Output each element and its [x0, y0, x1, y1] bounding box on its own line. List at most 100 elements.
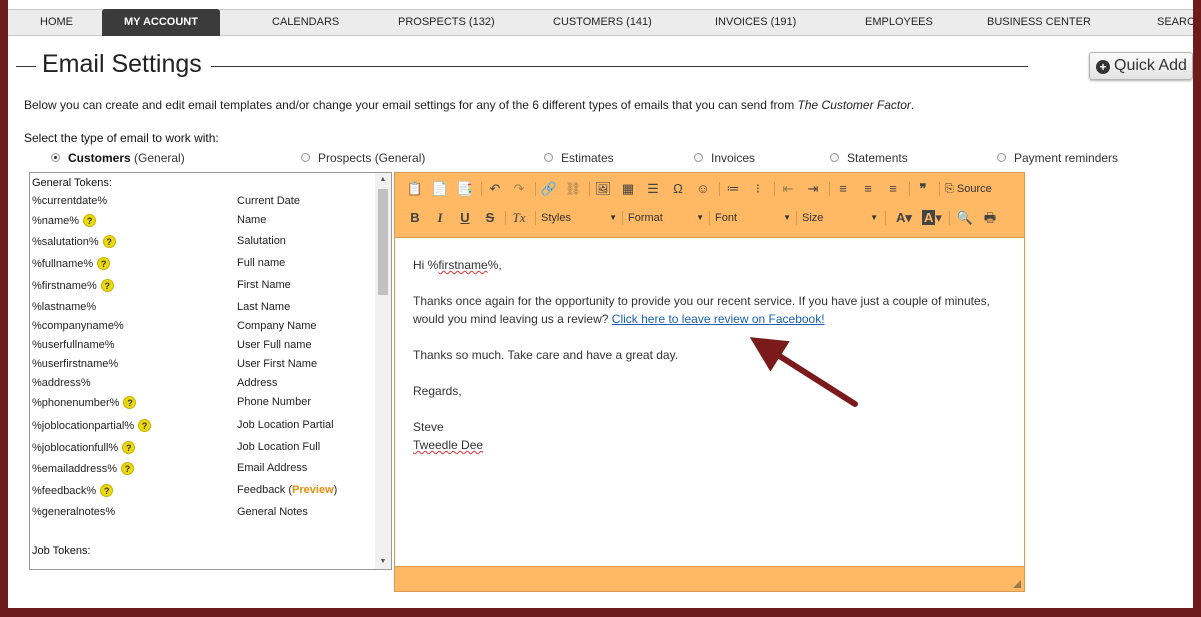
editor-content-area[interactable]: Hi %firstname%, Thanks once again for th… [395, 237, 1024, 567]
help-icon[interactable]: ? [138, 419, 152, 432]
page: Home My Account Calendars Prospects (132… [8, 0, 1193, 608]
token-row[interactable]: %userfirstname% User First Name [32, 358, 372, 378]
token-row[interactable]: %feedback%? Feedback (Preview) [32, 484, 372, 504]
print-icon[interactable]: 🖶 [980, 207, 1000, 229]
blockquote-icon[interactable]: ❞ [913, 178, 933, 200]
radio-customers-general[interactable]: Customers (General) [51, 151, 185, 165]
radio-estimates[interactable]: Estimates [544, 151, 614, 165]
font-dropdown[interactable]: Font ▼ [715, 207, 795, 229]
token-row[interactable]: %firstname%? First Name [32, 279, 372, 299]
token-row[interactable]: %joblocationfull%? Job Location Full [32, 441, 372, 461]
nav-search[interactable]: Search [1157, 10, 1193, 35]
radio-button[interactable] [544, 153, 553, 162]
token-row[interactable]: %emailaddress%? Email Address [32, 462, 372, 482]
token-row[interactable]: %fullname%? Full name [32, 257, 372, 277]
background-color-icon[interactable]: A ▾ [919, 207, 945, 229]
token-row[interactable]: %name%? Name [32, 214, 372, 234]
nav-business-center[interactable]: Business Center [987, 10, 1091, 35]
bold-icon[interactable]: B [405, 207, 425, 229]
nav-prospects[interactable]: Prospects (132) [398, 10, 495, 35]
token-row[interactable]: %joblocationpartial%? Job Location Partia… [32, 419, 372, 439]
align-left-icon[interactable]: ≡ [833, 178, 853, 200]
paste-text-icon[interactable]: 📄 [430, 178, 450, 200]
help-icon[interactable]: ? [100, 279, 114, 292]
facebook-review-link[interactable]: Click here to leave review on Facebook! [612, 312, 825, 326]
quick-add-button[interactable]: + Quick Add [1089, 52, 1193, 80]
redo-icon[interactable]: ↷ [509, 178, 529, 200]
nav-customers[interactable]: Customers (141) [553, 10, 652, 35]
token-code: %feedback%? [32, 484, 114, 497]
remove-format-icon[interactable]: Tx [509, 207, 529, 229]
nav-invoices[interactable]: Invoices (191) [715, 10, 796, 35]
radio-statements[interactable]: Statements [830, 151, 908, 165]
token-description: Job Location Full [237, 441, 321, 453]
token-row[interactable]: %generalnotes% General Notes [32, 506, 372, 526]
preview-icon[interactable]: 🔍 [955, 207, 975, 229]
scroll-thumb[interactable] [378, 189, 388, 295]
help-icon[interactable]: ? [123, 396, 137, 409]
paste-word-icon[interactable]: 📑 [455, 178, 475, 200]
paste-icon[interactable]: 📋 [405, 178, 425, 200]
help-icon[interactable]: ? [100, 484, 114, 497]
styles-dropdown[interactable]: Styles ▼ [541, 207, 621, 229]
radio-button[interactable] [301, 153, 310, 162]
image-icon[interactable]: 🖼 [593, 178, 613, 200]
undo-icon[interactable]: ↶ [485, 178, 505, 200]
feedback-preview-link[interactable]: Preview [292, 484, 334, 496]
table-icon[interactable]: ▦ [618, 178, 638, 200]
toolbar-separator [939, 182, 940, 196]
help-icon[interactable]: ? [102, 235, 116, 248]
unlink-icon[interactable]: ⛓ [563, 178, 583, 200]
nav-calendars[interactable]: Calendars [272, 10, 339, 35]
italic-icon[interactable]: I [430, 207, 450, 229]
size-dropdown[interactable]: Size ▼ [802, 207, 882, 229]
source-button[interactable]: ⎘ Source [945, 178, 992, 200]
radio-payment-reminders[interactable]: Payment reminders [997, 151, 1118, 165]
outdent-icon[interactable]: ⇤ [778, 178, 798, 200]
strikethrough-icon[interactable]: S [480, 207, 500, 229]
radio-button[interactable] [51, 153, 60, 162]
help-icon[interactable]: ? [97, 257, 111, 270]
token-row[interactable]: %companyname% Company Name [32, 320, 372, 340]
nav-employees[interactable]: Employees [865, 10, 933, 35]
scroll-down-icon[interactable]: ▼ [375, 555, 391, 569]
tokens-scrollbar[interactable]: ▲ ▼ [375, 173, 391, 569]
numbered-list-icon[interactable]: ≔ [723, 178, 743, 200]
special-char-icon[interactable]: Ω [668, 178, 688, 200]
underline-icon[interactable]: U [455, 207, 475, 229]
token-row[interactable]: %userfullname% User Full name [32, 339, 372, 359]
scroll-up-icon[interactable]: ▲ [375, 173, 391, 187]
token-code: %lastname% [32, 301, 97, 313]
resize-handle-icon[interactable] [1013, 580, 1021, 588]
tokens-panel[interactable]: General Tokens: %currentdate% Current Dat… [29, 172, 392, 570]
help-icon[interactable]: ? [83, 214, 97, 227]
token-row[interactable]: %phonenumber%? Phone Number [32, 396, 372, 416]
radio-button[interactable] [694, 153, 703, 162]
token-row[interactable]: %address% Address [32, 377, 372, 397]
nav-home[interactable]: Home [40, 10, 73, 35]
token-row[interactable]: %salutation%? Salutation [32, 235, 372, 255]
help-icon[interactable]: ? [122, 441, 136, 454]
bulleted-list-icon[interactable]: ⁝ [748, 178, 768, 200]
radio-prospects-general[interactable]: Prospects (General) [301, 151, 425, 165]
token-description: Address [237, 377, 278, 389]
token-code: %userfirstname% [32, 358, 119, 370]
align-center-icon[interactable]: ≡ [858, 178, 878, 200]
toolbar-separator [481, 182, 482, 196]
radio-button[interactable] [830, 153, 839, 162]
token-row[interactable]: %currentdate% Current Date [32, 195, 372, 215]
align-right-icon[interactable]: ≡ [883, 178, 903, 200]
link-icon[interactable]: 🔗 [539, 178, 559, 200]
text-color-icon[interactable]: A▾ [891, 207, 917, 229]
indent-icon[interactable]: ⇥ [803, 178, 823, 200]
format-dropdown[interactable]: Format ▼ [628, 207, 708, 229]
radio-invoices[interactable]: Invoices [694, 151, 755, 165]
help-icon[interactable]: ? [120, 462, 134, 475]
page-title: Email Settings [42, 50, 202, 78]
toolbar-separator [709, 211, 710, 225]
nav-my-account[interactable]: My Account [102, 9, 220, 36]
radio-button[interactable] [997, 153, 1006, 162]
token-row[interactable]: %lastname% Last Name [32, 301, 372, 321]
smiley-icon[interactable]: ☺ [693, 178, 713, 200]
horizontal-line-icon[interactable]: ☰ [643, 178, 663, 200]
